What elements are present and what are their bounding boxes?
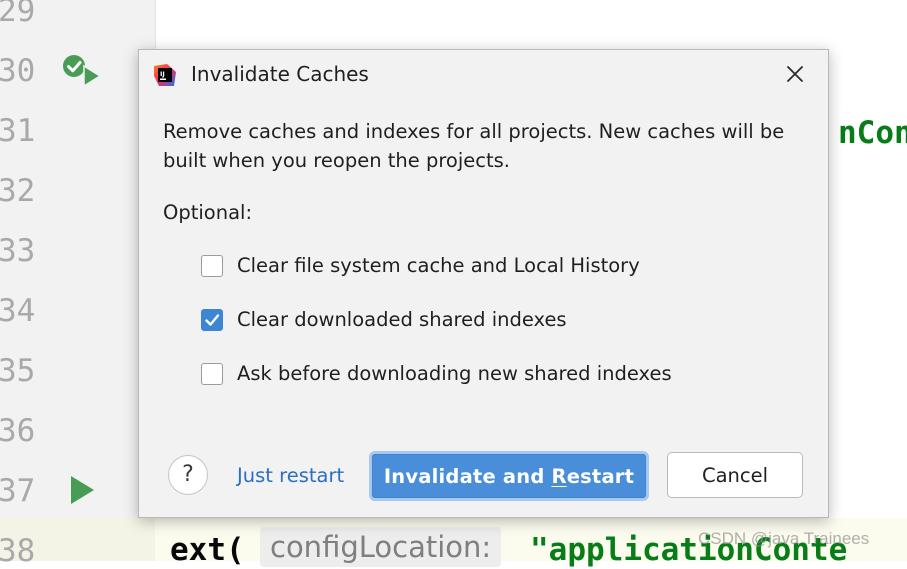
run-test-passed-icon[interactable] — [60, 52, 102, 92]
line-number: 31 — [0, 113, 36, 149]
line-number: 32 — [0, 173, 36, 209]
watermark: CSDN @java Trainees — [698, 529, 870, 548]
option-label: Clear file system cache and Local Histor… — [237, 254, 640, 277]
just-restart-button[interactable]: Just restart — [237, 462, 344, 490]
code-fragment: ext( — [170, 532, 245, 568]
checkmark-icon — [205, 314, 220, 326]
button-label: Invalidate and Restart — [383, 464, 635, 488]
dialog-message: Remove caches and indexes for all projec… — [163, 120, 785, 172]
help-button[interactable]: ? — [168, 455, 208, 495]
close-button[interactable] — [783, 62, 807, 86]
checkbox-unchecked[interactable] — [201, 363, 223, 385]
close-icon — [787, 66, 803, 82]
line-number: 38 — [0, 533, 36, 569]
checkbox-unchecked[interactable] — [201, 255, 223, 277]
code-fragment: nCont — [838, 115, 907, 151]
optional-label: Optional: — [163, 201, 253, 224]
option-label: Ask before downloading new shared indexe… — [237, 362, 672, 385]
option-ask-before-downloading[interactable]: Ask before downloading new shared indexe… — [201, 360, 672, 388]
invalidate-caches-dialog: IJ Invalidate Caches Remove caches and i… — [138, 49, 829, 518]
intellij-idea-icon: IJ — [153, 63, 177, 87]
svg-text:IJ: IJ — [160, 70, 165, 78]
line-number: 37 — [0, 473, 36, 509]
line-number: 29 — [0, 0, 36, 29]
parameter-hint: configLocation: — [260, 527, 502, 567]
checkbox-checked[interactable] — [201, 309, 223, 331]
line-number: 34 — [0, 293, 36, 329]
mnemonic-letter: R — [551, 464, 567, 488]
option-clear-file-system-cache[interactable]: Clear file system cache and Local Histor… — [201, 252, 640, 280]
invalidate-and-restart-button[interactable]: Invalidate and Restart — [369, 451, 649, 501]
line-number: 33 — [0, 233, 36, 269]
option-label: Clear downloaded shared indexes — [237, 308, 567, 331]
line-number: 36 — [0, 413, 36, 449]
option-clear-downloaded-shared-indexes[interactable]: Clear downloaded shared indexes — [201, 306, 567, 334]
dialog-title: Invalidate Caches — [191, 62, 369, 86]
run-icon[interactable] — [68, 474, 96, 510]
line-number: 35 — [0, 353, 36, 389]
cancel-button[interactable]: Cancel — [667, 452, 803, 498]
line-number: 30 — [0, 53, 36, 89]
